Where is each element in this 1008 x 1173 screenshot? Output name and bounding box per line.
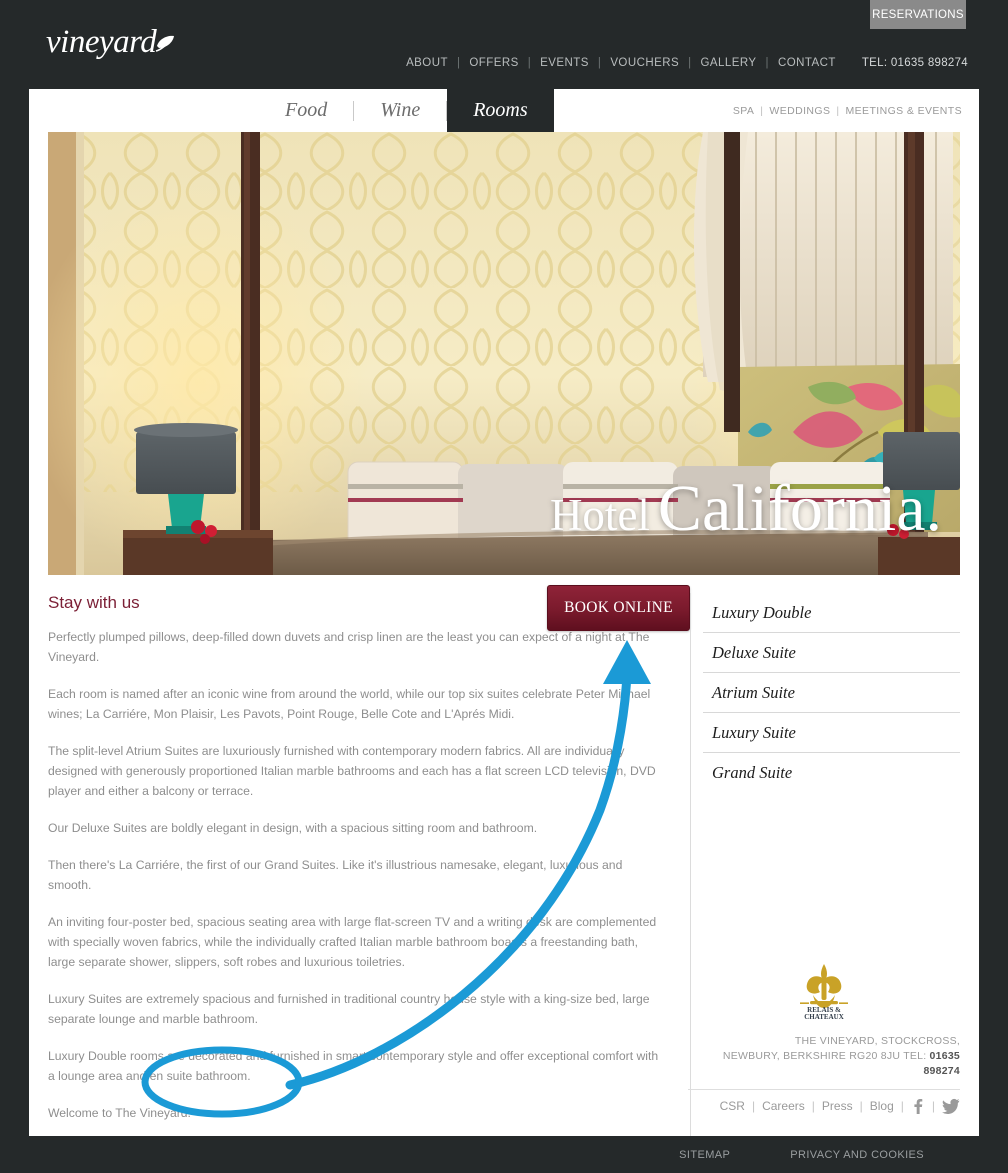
room-label: Luxury Double bbox=[712, 603, 812, 622]
tab-food[interactable]: Food bbox=[259, 89, 353, 132]
sitemap-link[interactable]: SITEMAP bbox=[679, 1149, 730, 1161]
tab-spa[interactable]: SPA bbox=[733, 105, 754, 117]
footer-divider: | bbox=[751, 1099, 756, 1113]
hero-image: Hotel California. bbox=[48, 132, 960, 575]
footer-address: THE VINEYARD, STOCKCROSS, NEWBURY, BERKS… bbox=[688, 1034, 960, 1079]
main-column: BOOK ONLINE Stay with us Perfectly plump… bbox=[48, 585, 690, 1173]
nav-item-events[interactable]: EVENTS bbox=[540, 57, 589, 69]
hero-title: Hotel California. bbox=[550, 471, 942, 547]
room-label: Deluxe Suite bbox=[712, 643, 796, 662]
tab-rooms-label: Rooms bbox=[473, 99, 528, 121]
footer-divider: | bbox=[900, 1099, 904, 1113]
footer-divider: | bbox=[859, 1099, 863, 1113]
privacy-cookies-link[interactable]: PRIVACY AND COOKIES bbox=[790, 1149, 924, 1161]
hero-title-small: Hotel bbox=[549, 490, 650, 540]
paragraph: Perfectly plumped pillows, deep-filled d… bbox=[48, 630, 650, 664]
paragraph: An inviting four-poster bed, spacious se… bbox=[48, 915, 657, 969]
footer-divider: | bbox=[811, 1099, 815, 1113]
footer-links: CSR | Careers | Press | Blog | | bbox=[688, 1089, 960, 1114]
tab-weddings[interactable]: WEDDINGS bbox=[769, 105, 830, 117]
book-online-button[interactable]: BOOK ONLINE bbox=[547, 585, 690, 631]
address-line-1: THE VINEYARD, STOCKCROSS, bbox=[794, 1035, 960, 1047]
site-logo[interactable]: vineyard bbox=[46, 26, 176, 59]
header-telephone: TEL: 01635 898274 bbox=[861, 57, 968, 69]
tab-meetings-events[interactable]: MEETINGS & EVENTS bbox=[846, 105, 963, 117]
nav-item-vouchers[interactable]: VOUCHERS bbox=[610, 57, 679, 69]
twitter-icon[interactable] bbox=[942, 1098, 960, 1114]
room-label: Luxury Suite bbox=[712, 723, 796, 742]
tab-wine[interactable]: Wine bbox=[354, 89, 446, 132]
paragraph: Luxury Suites are extremely spacious and… bbox=[48, 992, 650, 1026]
fleur-de-lis-icon: RELAIS & CHATEAUX bbox=[800, 964, 848, 1020]
relais-chateaux-logo[interactable]: RELAIS & CHATEAUX bbox=[688, 962, 960, 1020]
card-footer: RELAIS & CHATEAUX THE VINEYARD, STOCKCRO… bbox=[688, 962, 960, 1114]
sub-tabs: SPA | WEDDINGS | MEETINGS & EVENTS bbox=[733, 89, 962, 132]
top-navigation[interactable]: ABOUT | OFFERS | EVENTS | VOUCHERS | GAL… bbox=[406, 57, 968, 69]
nav-divider: | bbox=[597, 57, 602, 69]
nav-item-offers[interactable]: OFFERS bbox=[469, 57, 518, 69]
address-line-2: NEWBURY, BERKSHIRE RG20 8JU TEL: 01635 8… bbox=[688, 1049, 960, 1079]
footer-link-blog[interactable]: Blog bbox=[870, 1099, 894, 1113]
footer-link-csr[interactable]: CSR bbox=[720, 1099, 745, 1113]
room-item-atrium-suite[interactable]: Atrium Suite bbox=[703, 673, 960, 713]
hero-title-big: California. bbox=[657, 472, 942, 545]
room-label: Grand Suite bbox=[712, 763, 793, 782]
nav-divider: | bbox=[765, 57, 769, 69]
paragraph: Welcome to The Vineyard. bbox=[48, 1106, 191, 1120]
nav-divider: | bbox=[527, 57, 532, 69]
nav-divider: | bbox=[688, 57, 692, 69]
paragraph: Luxury Double rooms are decorated and fu… bbox=[48, 1049, 659, 1083]
room-item-grand-suite[interactable]: Grand Suite bbox=[703, 753, 960, 793]
paragraph: Each room is named after an iconic wine … bbox=[48, 687, 651, 721]
logo-text: vineyard bbox=[46, 24, 157, 60]
footer-telephone: 01635 898274 bbox=[923, 1050, 960, 1077]
room-label: Atrium Suite bbox=[712, 683, 795, 702]
book-online-button-label: BOOK ONLINE bbox=[564, 599, 673, 616]
page-root: RESERVATIONS vineyard ABOUT | OFFERS | E… bbox=[0, 0, 1008, 1173]
tab-strip: Food Wine Rooms SPA | WEDDINGS | MEETING… bbox=[29, 89, 979, 132]
paragraph: The split-level Atrium Suites are luxuri… bbox=[48, 744, 656, 798]
subtab-divider: | bbox=[760, 104, 764, 117]
nav-divider: | bbox=[456, 57, 461, 69]
nav-item-gallery[interactable]: GALLERY bbox=[701, 57, 757, 69]
subtab-divider: | bbox=[836, 104, 840, 117]
nav-item-about[interactable]: ABOUT bbox=[406, 57, 448, 69]
main-tabs: Food Wine Rooms bbox=[259, 89, 554, 132]
tab-food-label: Food bbox=[285, 99, 328, 121]
room-item-luxury-suite[interactable]: Luxury Suite bbox=[703, 713, 960, 753]
bottom-bar: SITEMAP PRIVACY AND COOKIES bbox=[0, 1136, 1008, 1173]
room-item-luxury-double[interactable]: Luxury Double bbox=[703, 593, 960, 633]
paragraph: Our Deluxe Suites are boldly elegant in … bbox=[48, 821, 538, 835]
grape-leaf-icon bbox=[154, 26, 176, 59]
footer-link-press[interactable]: Press bbox=[822, 1099, 853, 1113]
room-item-deluxe-suite[interactable]: Deluxe Suite bbox=[703, 633, 960, 673]
address-line-2-text: NEWBURY, BERKSHIRE RG20 8JU TEL: bbox=[722, 1050, 930, 1062]
content-card: Food Wine Rooms SPA | WEDDINGS | MEETING… bbox=[29, 89, 979, 1173]
footer-link-careers[interactable]: Careers bbox=[762, 1099, 805, 1113]
footer-divider: | bbox=[931, 1099, 935, 1113]
tab-wine-label: Wine bbox=[380, 99, 421, 121]
reservations-button[interactable]: RESERVATIONS bbox=[870, 0, 966, 29]
reservations-label: RESERVATIONS bbox=[872, 8, 964, 21]
tab-rooms[interactable]: Rooms bbox=[447, 89, 554, 132]
paragraph: Then there's La Carriére, the first of o… bbox=[48, 858, 623, 892]
nav-item-contact[interactable]: CONTACT bbox=[778, 57, 836, 69]
relais-line2: CHATEAUX bbox=[804, 1013, 844, 1020]
facebook-icon[interactable] bbox=[911, 1098, 925, 1114]
